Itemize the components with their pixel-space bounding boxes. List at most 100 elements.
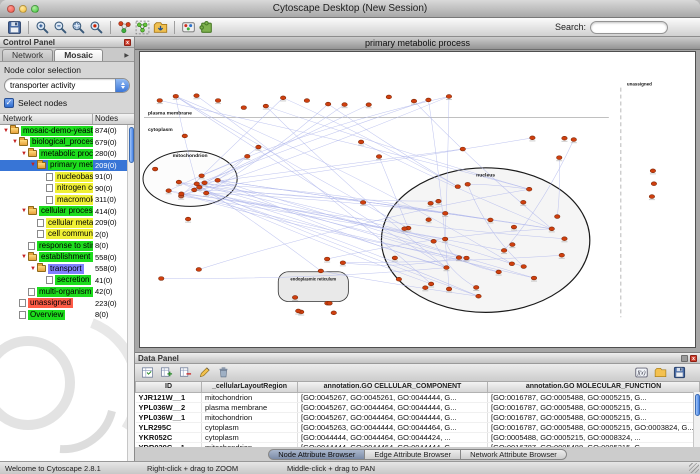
resize-grip-icon[interactable] [689,463,699,473]
select-attributes-icon[interactable] [139,364,156,381]
tree-row-secretion[interactable]: secretion41(0) [0,275,127,287]
tree-scrollbar-thumb[interactable] [129,127,134,163]
formula-builder-icon[interactable]: f(x) [633,364,650,381]
tree-row-nitrogen-compo[interactable]: nitrogen compo...90(0) [0,183,127,195]
tree-row-establishment-of-lo[interactable]: ▼establishment of lo...558(0) [0,252,127,264]
table-row[interactable]: YPL036W__1mitochondrion[GO:0045267, GO:0… [136,412,700,422]
data-panel-float-icon[interactable] [681,355,688,362]
cell-id[interactable]: YDR039C__1 [136,442,202,447]
cell-region[interactable]: plasma membrane [202,402,298,412]
cell-region[interactable]: mitochondrion [202,442,298,447]
expander-icon[interactable]: ▼ [29,161,37,169]
expander-icon[interactable]: ▼ [20,207,28,215]
table-scrollbar[interactable] [693,392,700,447]
save-attributes-icon[interactable] [671,364,688,381]
cell-function[interactable]: [GO:0016787, GO:0005488, GO:0005215, G..… [488,402,700,412]
cell-id[interactable]: YPL036W__1 [136,412,202,422]
table-row[interactable]: YLR295Ccytoplasm[GO:0045263, GO:0044444,… [136,422,700,432]
tree-row-transport[interactable]: ▼transport558(0) [0,263,127,275]
tab-scroll-arrow-icon[interactable]: ▶ [124,52,132,61]
cell-id[interactable]: YLR295C [136,422,202,432]
cell-id[interactable]: YJR121W__1 [136,392,202,402]
cell-function[interactable]: [GO:0016787, GO:0005488, GO:0005215, G..… [488,412,700,422]
minimize-window-icon[interactable] [19,5,27,13]
table-row[interactable]: YDR039C__1mitochondrion[GO:0044444, GO:0… [136,442,700,447]
tab-mosaic[interactable]: Mosaic [54,49,103,61]
tree-row-cell-communica[interactable]: cell communica...2(0) [0,229,127,241]
dropdown-arrow-icon[interactable] [115,79,129,92]
column-header[interactable]: _cellularLayoutRegion [202,382,298,392]
tree-row-multi-organism-pro[interactable]: multi-organism pro...42(0) [0,286,127,298]
tree-row-mosaic-demo-yeast[interactable]: ▼mosaic-demo-yeast874(0) [0,125,127,137]
zoom-fit-icon[interactable] [70,19,87,36]
cell-region[interactable]: mitochondrion [202,392,298,402]
data-panel-close-icon[interactable]: x [690,355,697,362]
expander-icon[interactable]: ▼ [11,138,19,146]
expander-icon[interactable]: ▼ [20,150,28,158]
cell-function[interactable]: [GO:0016787, GO:0005488, GO:0005215, GO:… [488,422,700,432]
import-attributes-icon[interactable] [652,364,669,381]
color-attribute-dropdown[interactable]: transporter activity [4,78,130,93]
cell-id[interactable]: YPL036W__2 [136,402,202,412]
expander-icon[interactable]: ▼ [2,127,10,135]
tab-node-attribute-browser[interactable]: Node Attribute Browser [268,449,365,460]
control-panel-close-icon[interactable]: x [124,39,131,46]
tree-row-overview[interactable]: Overview8(0) [0,309,127,321]
table-row[interactable]: YKR052Ccytoplasm[GO:0044444, GO:0044464,… [136,432,700,442]
tree-row-nucleobase[interactable]: nucleobase...91(0) [0,171,127,183]
delete-row-icon[interactable] [215,364,232,381]
create-attribute-icon[interactable] [158,364,175,381]
tree-row-cellular-process[interactable]: ▼cellular process414(0) [0,206,127,218]
cell-component[interactable]: [GO:0045267, GO:0044464, GO:0044444, G..… [298,412,488,422]
table-row[interactable]: YPL036W__2plasma membrane[GO:0045267, GO… [136,402,700,412]
network-canvas-svg[interactable]: plasma membranecytoplasmmitochondrionnuc… [140,52,695,347]
cell-id[interactable]: YKR052C [136,432,202,442]
new-network-from-selection-icon[interactable] [134,19,151,36]
table-scrollbar-thumb[interactable] [695,394,700,416]
table-row[interactable]: YJR121W__1mitochondrion[GO:0045267, GO:0… [136,392,700,402]
zoom-in-icon[interactable] [34,19,51,36]
edit-attribute-icon[interactable] [196,364,213,381]
graphics-details-icon[interactable] [116,19,133,36]
column-header[interactable]: annotation.GO CELLULAR_COMPONENT [298,382,488,392]
cell-component[interactable]: [GO:0045263, GO:0044444, GO:0044464, G..… [298,422,488,432]
tab-network-attribute-browser[interactable]: Network Attribute Browser [461,449,567,460]
zoom-out-icon[interactable] [52,19,69,36]
cell-function[interactable]: [GO:0005488, GO:0005215, GO:0008324, ... [488,432,700,442]
column-header-network[interactable]: Network [0,114,93,124]
cell-function[interactable]: [GO:0016787, GO:0005488, GO:0005215, G..… [488,442,700,447]
expander-icon[interactable]: ▼ [29,265,37,273]
window-titlebar[interactable]: Cytoscape Desktop (New Session) [0,0,700,18]
network-window-titlebar[interactable]: primary metabolic process [135,37,700,50]
cell-component[interactable]: [GO:0044444, GO:0044464, GO:0044444, G..… [298,442,488,447]
plugin-manager-icon[interactable] [198,19,215,36]
tab-network[interactable]: Network [2,49,53,61]
column-header[interactable]: annotation.GO MOLECULAR_FUNCTION [488,382,700,392]
tab-edge-attribute-browser[interactable]: Edge Attribute Browser [365,449,461,460]
zoom-selected-icon[interactable] [88,19,105,36]
cell-region[interactable]: cytoplasm [202,432,298,442]
expander-icon[interactable]: ▼ [20,253,28,261]
cell-component[interactable]: [GO:0045267, GO:0045261, GO:0044444, G..… [298,392,488,402]
cell-component[interactable]: [GO:0044444, GO:0044464, GO:0044424, ... [298,432,488,442]
select-nodes-checkbox[interactable]: ✓ [4,98,14,108]
tree-row-response-to-stimulus[interactable]: response to stimulus8(0) [0,240,127,252]
search-input[interactable] [590,21,668,34]
delete-attribute-icon[interactable] [177,364,194,381]
tree-row-metabolic-process[interactable]: ▼metabolic process280(0) [0,148,127,160]
tree-scrollbar[interactable] [127,125,134,461]
tree-row-primary-metabolic[interactable]: ▼primary metabolic209(0) [0,160,127,172]
cell-component[interactable]: [GO:0045267, GO:0044464, GO:0044444, G..… [298,402,488,412]
vizmapper-icon[interactable] [180,19,197,36]
cell-function[interactable]: [GO:0016787, GO:0005488, GO:0005215, G..… [488,392,700,402]
close-window-icon[interactable] [7,5,15,13]
cell-region[interactable]: cytoplasm [202,422,298,432]
network-canvas[interactable]: plasma membranecytoplasmmitochondrionnuc… [139,51,696,348]
column-header[interactable]: ID [136,382,202,392]
tree-row-unassigned[interactable]: unassigned223(0) [0,298,127,310]
tree-row-cellular-metabo[interactable]: cellular metabo...209(0) [0,217,127,229]
tree-row-biological-process[interactable]: ▼biological_process679(0) [0,137,127,149]
cell-region[interactable]: mitochondrion [202,412,298,422]
zoom-window-icon[interactable] [31,5,39,13]
tree-row-macromolecule[interactable]: macromolecule...311(0) [0,194,127,206]
